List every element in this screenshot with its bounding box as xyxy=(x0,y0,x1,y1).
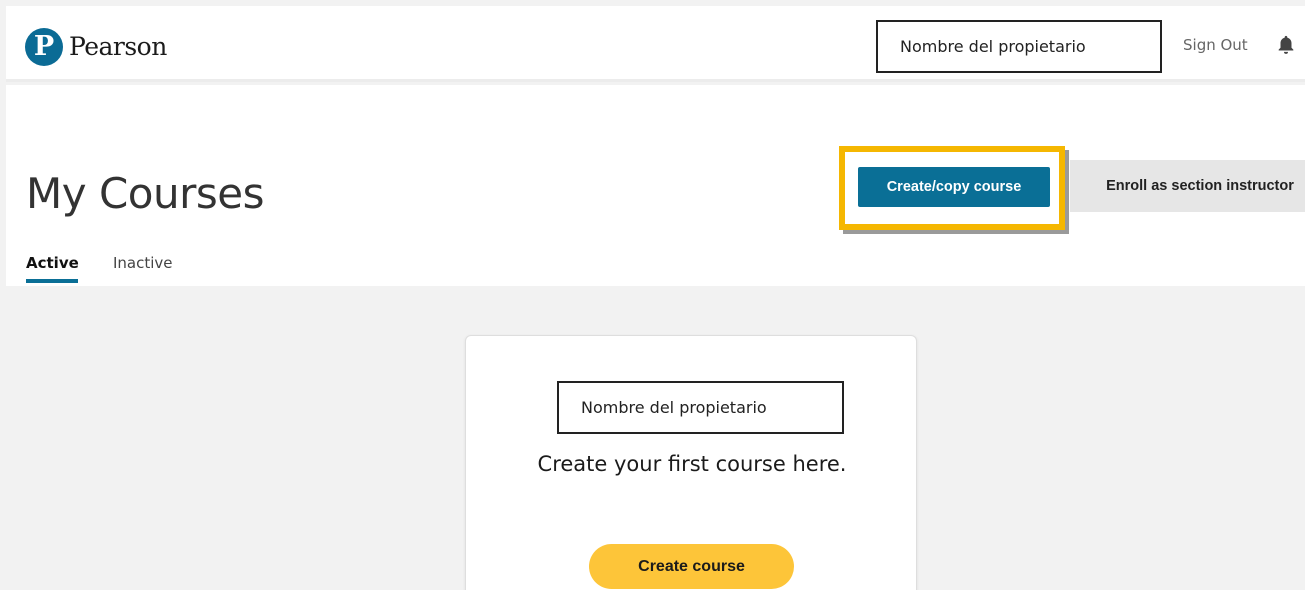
bell-icon[interactable] xyxy=(1275,34,1297,56)
owner-name-field[interactable]: Nombre del propietario xyxy=(876,20,1162,73)
empty-courses-card: Nombre del propietario Create your first… xyxy=(465,335,917,590)
active-tab-indicator xyxy=(26,279,78,283)
create-course-button[interactable]: Create course xyxy=(589,544,794,589)
sign-out-link[interactable]: Sign Out xyxy=(1183,36,1248,54)
empty-state-message: Create your first course here. xyxy=(537,452,847,476)
page: P Pearson Nombre del propietario Sign Ou… xyxy=(0,0,1305,590)
pearson-logo-icon[interactable]: P xyxy=(25,28,63,66)
brand-name[interactable]: Pearson xyxy=(69,32,167,61)
card-owner-name-field[interactable]: Nombre del propietario xyxy=(557,381,844,434)
tab-inactive-label: Inactive xyxy=(113,254,173,272)
top-header: P Pearson Nombre del propietario Sign Ou… xyxy=(6,6,1305,82)
tab-active[interactable]: Active xyxy=(26,253,79,285)
logo-letter: P xyxy=(33,31,55,62)
courses-header-section: My Courses Create/copy course Enroll as … xyxy=(6,85,1305,286)
page-title: My Courses xyxy=(26,169,264,218)
enroll-section-instructor-button[interactable]: Enroll as section instructor xyxy=(1070,160,1305,212)
tab-inactive[interactable]: Inactive xyxy=(113,253,173,285)
create-copy-course-button[interactable]: Create/copy course xyxy=(858,167,1050,207)
tab-active-label: Active xyxy=(26,254,79,272)
